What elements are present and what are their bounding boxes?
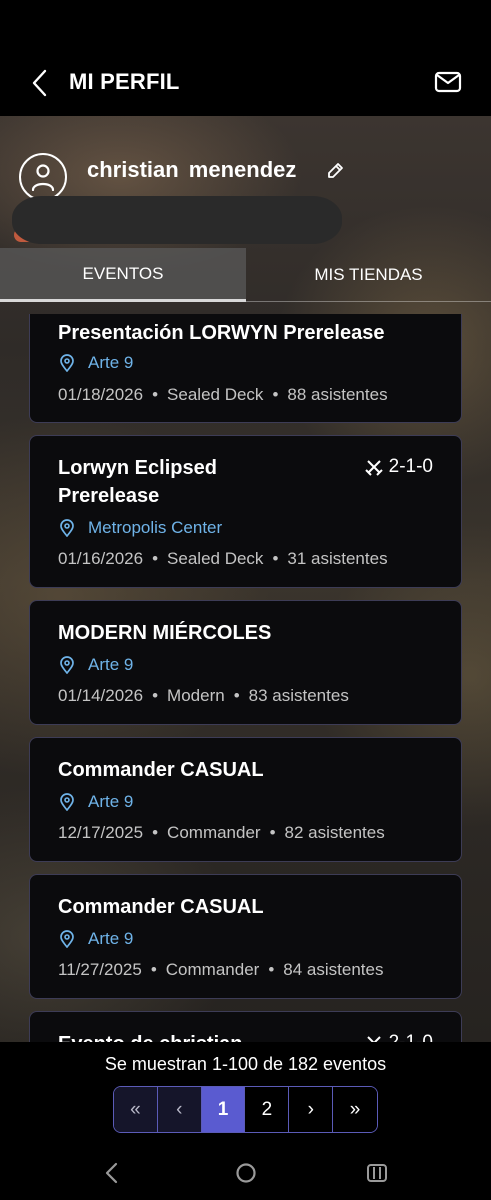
double-chevron-left-icon: « [130, 1098, 141, 1120]
record-value: 2-1-0 [388, 456, 433, 477]
event-list[interactable]: Presentación LORWYN Prerelease Arte 9 01… [0, 314, 491, 1042]
page-button-2[interactable]: 2 [245, 1087, 290, 1132]
event-card[interactable]: Commander CASUAL Arte 9 12/17/2025 • Comma… [29, 737, 462, 862]
event-title: Evento de christian [58, 1030, 358, 1042]
event-format: Sealed Deck [167, 549, 264, 568]
separator-dot: • [150, 960, 157, 979]
chevron-left-icon: ‹ [176, 1098, 183, 1120]
system-nav-bar [0, 1134, 491, 1200]
crossed-swords-icon [364, 460, 383, 476]
location-pin-icon [60, 519, 74, 537]
event-card[interactable]: MODERN MIÉRCOLES Arte 9 01/14/2026 • Moder… [29, 600, 462, 725]
nav-back-icon[interactable] [104, 1162, 120, 1184]
mail-icon[interactable] [434, 70, 462, 94]
separator-dot: • [152, 549, 159, 568]
separator-dot: • [269, 823, 276, 842]
event-meta: 01/18/2026 • Sealed Deck • 88 asistentes [58, 385, 388, 405]
first-page-button[interactable]: « [114, 1087, 158, 1132]
event-store: Arte 9 [88, 792, 134, 811]
event-record: 2-1-0 [365, 1032, 433, 1042]
tab-mis-tiendas[interactable]: MIS TIENDAS [246, 248, 491, 302]
event-attendees: 88 asistentes [287, 385, 388, 404]
event-date: 01/16/2026 [58, 549, 144, 568]
event-date: 01/18/2026 [58, 385, 144, 404]
separator-dot: • [152, 823, 159, 842]
event-date: 12/17/2025 [58, 823, 144, 842]
event-card[interactable]: Evento de christian 2-1-0 [29, 1011, 462, 1042]
event-attendees: 83 asistentes [248, 686, 349, 705]
event-title: MODERN MIÉRCOLES [58, 622, 272, 644]
separator-dot: • [152, 686, 159, 705]
event-store: Arte 9 [88, 929, 134, 948]
event-attendees: 31 asistentes [287, 549, 388, 568]
chevron-left-icon[interactable] [28, 68, 52, 98]
next-page-button[interactable]: › [289, 1087, 334, 1132]
location-pin-icon [60, 354, 74, 372]
separator-dot: • [272, 549, 279, 568]
record-value: 2-1-0 [389, 1032, 433, 1042]
event-store: Arte 9 [88, 655, 134, 674]
event-store-link[interactable]: Arte 9 [58, 655, 133, 675]
event-store: Metropolis Center [88, 518, 223, 537]
nav-home-icon[interactable] [235, 1162, 257, 1184]
page-title: MI PERFIL [69, 69, 180, 94]
location-pin-icon [60, 793, 74, 811]
separator-dot: • [233, 686, 240, 705]
event-title: Commander CASUAL [58, 896, 264, 918]
location-pin-icon [60, 656, 74, 674]
event-meta: 01/14/2026 • Modern • 83 asistentes [58, 686, 349, 706]
event-store-link[interactable]: Arte 9 [58, 929, 133, 949]
event-card[interactable]: Commander CASUAL Arte 9 11/27/2025 • Comma… [29, 874, 462, 999]
profile-tabs: EVENTOS MIS TIENDAS [0, 248, 491, 302]
event-card[interactable]: Lorwyn Eclipsed Prerelease 2-1-0 Metropo… [29, 435, 462, 588]
event-store-link[interactable]: Metropolis Center [58, 518, 222, 538]
event-meta: 12/17/2025 • Commander • 82 asistentes [58, 823, 385, 843]
event-card[interactable]: Presentación LORWYN Prerelease Arte 9 01… [29, 314, 462, 423]
tab-eventos[interactable]: EVENTOS [0, 248, 246, 302]
pagination-panel: Se muestran 1-100 de 182 eventos « ‹ 1 2… [0, 1042, 491, 1134]
event-title: Lorwyn Eclipsed Prerelease [58, 457, 217, 507]
page-button-1[interactable]: 1 [201, 1087, 246, 1132]
separator-dot: • [152, 385, 159, 404]
nav-recents-icon[interactable] [366, 1163, 388, 1183]
chevron-right-icon: › [307, 1098, 314, 1120]
last-page-button[interactable]: » [333, 1087, 377, 1132]
avatar[interactable] [19, 153, 67, 201]
app-bar: MI PERFIL [0, 0, 491, 116]
event-format: Modern [167, 686, 225, 705]
separator-dot: • [272, 385, 279, 404]
event-format: Commander [167, 823, 261, 842]
event-store: Arte 9 [88, 353, 134, 372]
event-title: Commander CASUAL [58, 759, 264, 781]
results-summary: Se muestran 1-100 de 182 eventos [104, 1054, 387, 1074]
event-meta: 11/27/2025 • Commander • 84 asistentes [58, 960, 383, 980]
double-chevron-right-icon: » [349, 1098, 361, 1120]
event-store-link[interactable]: Arte 9 [58, 792, 133, 812]
redacted-area [12, 196, 342, 244]
location-pin-icon [60, 930, 74, 948]
event-store-link[interactable]: Arte 9 [58, 353, 133, 373]
profile-name: christian menendez [87, 157, 297, 182]
event-title: Presentación LORWYN Prerelease [58, 322, 385, 344]
event-meta: 01/16/2026 • Sealed Deck • 31 asistentes [58, 549, 388, 569]
pagination: « ‹ 1 2 › » [113, 1086, 378, 1133]
event-attendees: 82 asistentes [284, 823, 385, 842]
prev-page-button[interactable]: ‹ [157, 1087, 202, 1132]
event-format: Commander [165, 960, 260, 979]
event-attendees: 84 asistentes [283, 960, 384, 979]
event-record: 2-1-0 [364, 456, 433, 478]
user-icon [31, 164, 55, 191]
event-format: Sealed Deck [167, 385, 264, 404]
event-date: 11/27/2025 [58, 960, 142, 979]
separator-dot: • [268, 960, 275, 979]
edit-icon[interactable] [327, 161, 345, 179]
crossed-swords-icon [366, 1036, 381, 1042]
event-date: 01/14/2026 [58, 686, 144, 705]
